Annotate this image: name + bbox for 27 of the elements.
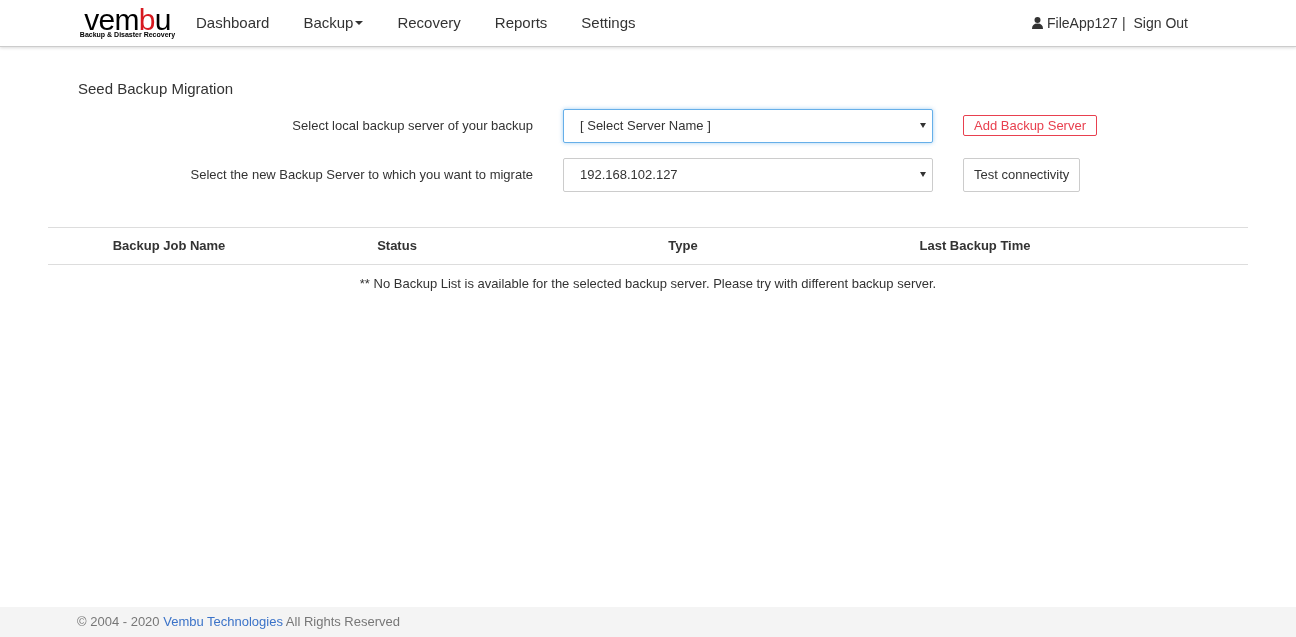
caret-icon xyxy=(355,21,364,25)
nav-link[interactable]: Recovery xyxy=(380,11,478,35)
sign-out-link[interactable]: Sign Out xyxy=(1133,12,1188,34)
column-header: Backup Job Name xyxy=(111,236,227,255)
server-select[interactable]: [ Select Server Name ] xyxy=(563,108,933,143)
empty-message: ** No Backup List is available for the selected backup server. Please try with different backup server. xyxy=(358,274,938,293)
user-name: FileApp127 xyxy=(1047,13,1118,33)
user-icon xyxy=(1032,17,1044,29)
logo-wordmark: vembu xyxy=(84,8,171,31)
action-button[interactable]: Add Backup Server xyxy=(963,114,1097,137)
page-title: Seed Backup Migration xyxy=(78,79,235,99)
action-button[interactable]: Test connectivity xyxy=(963,157,1081,192)
server-select[interactable]: 192.168.102.127 xyxy=(563,157,933,192)
column-header: Last Backup Time xyxy=(918,236,1032,255)
separator: | xyxy=(1121,13,1126,33)
caret-icon xyxy=(920,172,926,177)
copyright-text: © 2004 - 2020 Vembu Technologies All Rights Reserved xyxy=(77,613,400,632)
column-header: Status xyxy=(376,236,418,255)
field-label: Select local backup server of your backup xyxy=(291,116,533,135)
column-header: Type xyxy=(667,236,699,255)
company-link[interactable]: Vembu Technologies xyxy=(163,614,283,630)
caret-icon xyxy=(920,123,926,128)
nav-link[interactable]: Dashboard xyxy=(179,11,287,35)
nav-link[interactable]: Reports xyxy=(477,11,565,35)
nav-link[interactable]: Settings xyxy=(564,11,653,35)
nav-link[interactable]: Backup xyxy=(286,11,381,35)
field-label: Select the new Backup Server to which you want to migrate xyxy=(189,165,533,184)
